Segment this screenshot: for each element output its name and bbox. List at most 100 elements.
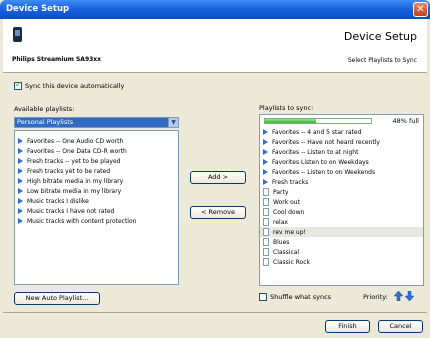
list-item[interactable]: relax — [260, 217, 423, 227]
list-item[interactable]: High bitrate media in my library — [15, 176, 178, 186]
capacity-bar-fill — [265, 119, 316, 123]
list-item-label: Favorites -- Listen to at night — [272, 148, 359, 156]
auto-playlist-icon — [18, 158, 23, 164]
list-item-label: Cool down — [273, 208, 305, 216]
auto-playlist-icon — [18, 168, 23, 174]
playlist-icon — [263, 218, 269, 226]
list-item[interactable]: Party — [260, 187, 423, 197]
available-playlists-list[interactable]: Favorites -- One Audio CD worth Favorites… — [14, 130, 179, 285]
list-item-label: High bitrate media in my library — [27, 177, 124, 185]
list-item[interactable]: Blues — [260, 237, 423, 247]
list-item[interactable]: Favorites -- Have not heard recently — [260, 137, 423, 147]
capacity-meter: 48% full — [260, 115, 423, 127]
list-item[interactable]: Favorites -- One Audio CD worth — [15, 136, 178, 146]
list-item[interactable]: Favorites -- Listen to on Weekends — [260, 167, 423, 177]
list-item-label: Fresh tracks -- yet to be played — [27, 157, 121, 165]
list-item-label: rev me up! — [273, 228, 306, 236]
footer-divider — [3, 312, 427, 313]
device-icon — [13, 27, 22, 42]
auto-playlist-icon — [18, 198, 23, 204]
auto-playlist-icon — [263, 159, 268, 165]
list-item-label: Fresh tracks yet to be rated — [27, 167, 111, 175]
auto-playlist-icon — [18, 148, 23, 154]
auto-playlist-icon — [263, 179, 268, 185]
priority-up-arrow-icon[interactable] — [394, 291, 403, 301]
list-item-label: Party — [273, 188, 289, 196]
checkbox-box[interactable] — [14, 80, 22, 90]
title-bar: Device Setup ✕ — [0, 0, 430, 19]
list-item-label: Favorites -- One Audio CD worth — [27, 137, 124, 145]
list-item-label: Low bitrate media in my library — [27, 187, 122, 195]
list-item[interactable]: Favorites Listen to on Weekdays — [260, 157, 423, 167]
playlists-to-sync-list[interactable]: 48% full Favorites -- 4 and 5 star rated… — [259, 114, 424, 286]
list-item[interactable]: Favorites -- Listen to at night — [260, 147, 423, 157]
playlist-icon — [263, 228, 269, 236]
list-item[interactable]: Favorites -- 4 and 5 star rated — [260, 127, 423, 137]
capacity-label: 48% full — [392, 117, 419, 125]
list-item-label: Music tracks I dislike — [27, 197, 89, 205]
list-item-label: Classical — [273, 248, 300, 256]
auto-playlist-icon — [263, 139, 268, 145]
device-name: Philips Streamium SA93xx — [12, 56, 102, 63]
auto-playlist-icon — [18, 138, 23, 144]
list-item[interactable]: Fresh tracks — [260, 177, 423, 187]
window-title: Device Setup — [6, 4, 70, 14]
playlists-to-sync-label: Playlists to sync: — [259, 104, 314, 112]
list-item-label: Fresh tracks — [272, 178, 309, 186]
playlist-icon — [263, 188, 269, 196]
list-item[interactable]: Cool down — [260, 207, 423, 217]
list-item[interactable]: Classical — [260, 247, 423, 257]
finish-button[interactable]: Finish — [325, 320, 370, 333]
select-value: Personal Playlists — [17, 118, 74, 126]
shuffle-checkbox[interactable]: Shuffle what syncs — [259, 293, 331, 301]
list-item[interactable]: Classic Rock — [260, 257, 423, 267]
list-item[interactable]: Fresh tracks yet to be rated — [15, 166, 178, 176]
chevron-down-icon[interactable]: ▼ — [168, 118, 178, 127]
list-item[interactable]: Music tracks I have not rated — [15, 206, 178, 216]
capacity-bar — [264, 118, 372, 124]
playlist-icon — [263, 248, 269, 256]
list-item[interactable]: Music tracks with content protection — [15, 216, 178, 226]
new-auto-playlist-button[interactable]: New Auto Playlist... — [14, 292, 100, 305]
list-item-label: Music tracks with content protection — [27, 217, 137, 225]
list-item-label: Favorites -- 4 and 5 star rated — [272, 128, 362, 136]
list-item[interactable]: rev me up! — [260, 227, 423, 237]
auto-playlist-icon — [263, 129, 268, 135]
playlist-icon — [263, 208, 269, 216]
cancel-button[interactable]: Cancel — [378, 320, 423, 333]
auto-playlist-icon — [263, 149, 268, 155]
page-subtitle: Select Playlists to Sync — [347, 57, 417, 64]
priority-label: Priority: — [363, 293, 388, 301]
auto-playlist-icon — [18, 208, 23, 214]
list-item-label: Work out — [273, 198, 300, 206]
auto-playlist-icon — [263, 169, 268, 175]
auto-playlist-icon — [18, 188, 23, 194]
list-item-label: Classic Rock — [273, 258, 311, 266]
list-item[interactable]: Work out — [260, 197, 423, 207]
header-panel: Philips Streamium SA93xx Device Setup Se… — [3, 19, 427, 73]
playlist-type-select[interactable]: Personal Playlists ▼ — [14, 117, 179, 128]
auto-playlist-icon — [18, 178, 23, 184]
priority-down-arrow-icon[interactable] — [405, 291, 414, 301]
playlist-icon — [263, 258, 269, 266]
list-item-label: Favorites -- Listen to on Weekends — [272, 168, 376, 176]
list-item[interactable]: Fresh tracks -- yet to be played — [15, 156, 178, 166]
close-button[interactable]: ✕ — [413, 2, 428, 17]
list-item-label: Favorites -- One Data CD-R worth — [27, 147, 127, 155]
list-item[interactable]: Favorites -- One Data CD-R worth — [15, 146, 178, 156]
playlist-icon — [263, 198, 269, 206]
auto-playlist-icon — [18, 218, 23, 224]
sync-auto-checkbox[interactable]: Sync this device automatically — [14, 80, 125, 90]
sync-auto-label: Sync this device automatically — [25, 82, 125, 90]
checkbox-box[interactable] — [259, 293, 267, 301]
list-item-label: relax — [273, 218, 288, 226]
list-item[interactable]: Music tracks I dislike — [15, 196, 178, 206]
shuffle-label: Shuffle what syncs — [270, 293, 332, 301]
list-item-label: Favorites -- Have not heard recently — [272, 138, 380, 146]
close-icon: ✕ — [416, 4, 425, 15]
list-item-label: Blues — [273, 238, 290, 246]
add-button[interactable]: Add > — [190, 171, 246, 184]
list-item-label: Music tracks I have not rated — [27, 207, 115, 215]
list-item[interactable]: Low bitrate media in my library — [15, 186, 178, 196]
remove-button[interactable]: < Remove — [190, 206, 246, 219]
